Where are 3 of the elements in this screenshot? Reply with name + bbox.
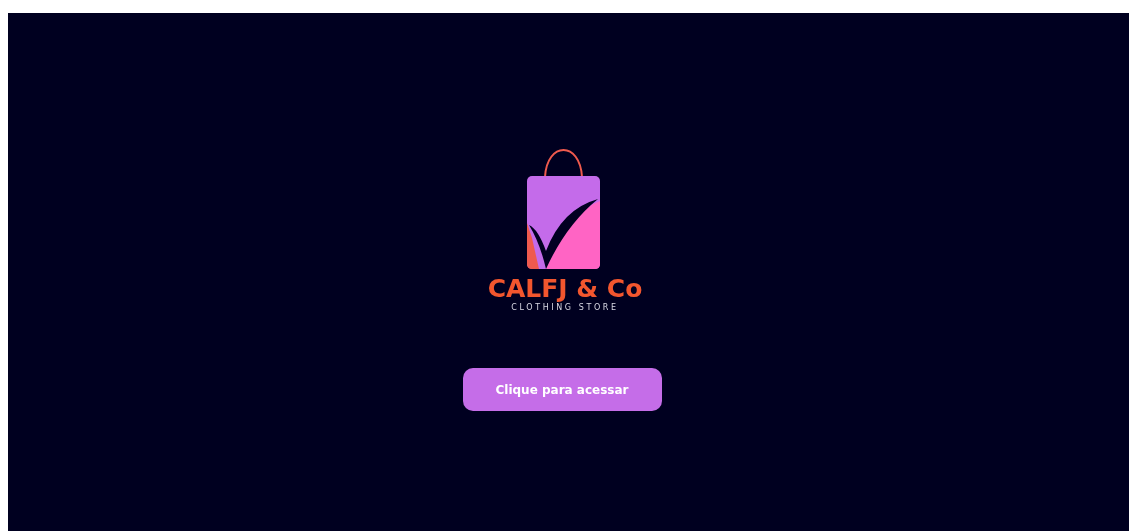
brand-tagline: CLOTHING STORE [511,303,619,313]
brand-name: CALFJ & Co [487,275,643,303]
access-button[interactable]: Clique para acessar [462,368,662,411]
